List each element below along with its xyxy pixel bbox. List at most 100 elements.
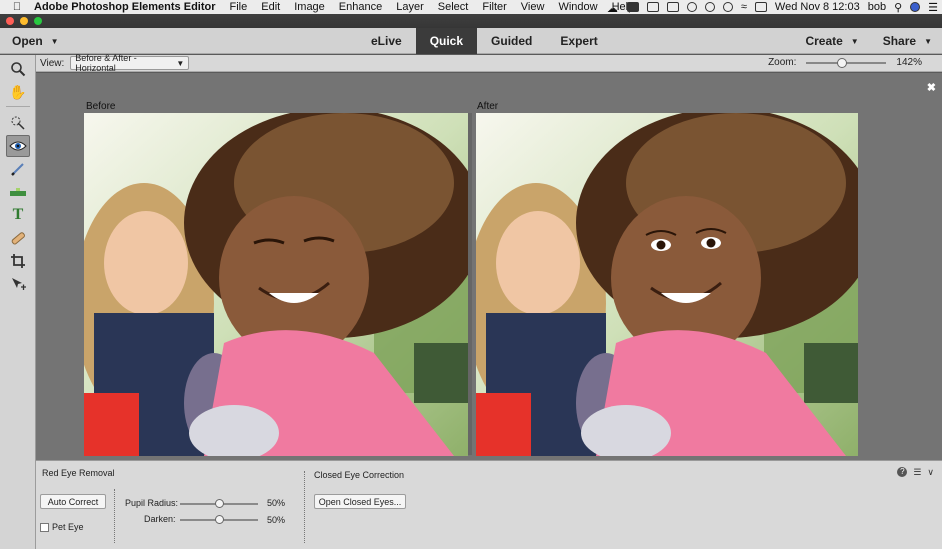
menu-select[interactable]: Select (438, 1, 469, 13)
brush-icon (11, 163, 24, 176)
share-label: Share (882, 34, 917, 48)
creative-cloud-icon[interactable]: ☁ (607, 2, 619, 15)
close-icon[interactable]: ✖ (927, 81, 936, 94)
chevron-down-icon: ▼ (50, 36, 59, 46)
pet-eye-checkbox[interactable] (40, 523, 49, 532)
tab-elive[interactable]: eLive (357, 28, 416, 54)
mode-tabs: eLive Quick Guided Expert (357, 28, 612, 54)
pupil-radius-slider-handle[interactable] (215, 499, 224, 508)
red-eye-section-title: Red Eye Removal (42, 468, 115, 478)
crop-tool[interactable] (6, 250, 30, 272)
menu-window[interactable]: Window (558, 1, 597, 13)
hand-icon: ✋ (9, 83, 27, 100)
tab-quick[interactable]: Quick (415, 28, 478, 54)
before-label: Before (86, 101, 116, 112)
time-machine-icon[interactable] (704, 2, 715, 12)
type-tool[interactable]: T (6, 204, 30, 226)
move-tool[interactable] (6, 273, 30, 295)
whiten-teeth-tool[interactable] (6, 158, 30, 180)
section-divider (114, 489, 115, 543)
type-icon: T (12, 206, 24, 223)
create-label: Create (805, 34, 843, 48)
open-closed-eyes-button[interactable]: Open Closed Eyes... (314, 494, 406, 509)
darken-value: 50% (267, 515, 286, 525)
split-divider[interactable] (468, 113, 472, 455)
pupil-radius-value: 50% (267, 498, 286, 508)
after-label: After (477, 101, 499, 112)
menu-edit[interactable]: Edit (261, 1, 280, 13)
bluetooth-icon[interactable] (722, 2, 733, 12)
darken-slider-handle[interactable] (215, 515, 224, 524)
menu-image[interactable]: Image (294, 1, 325, 13)
app-name-menu[interactable]: Adobe Photoshop Elements Editor (34, 1, 216, 13)
crop-icon (11, 254, 25, 268)
apple-icon[interactable]:  (0, 1, 34, 13)
spot-healing-tool[interactable] (6, 227, 30, 249)
close-window-icon[interactable] (6, 17, 14, 25)
bandage-icon (11, 232, 25, 245)
display-icon[interactable] (646, 2, 659, 12)
view-dropdown[interactable]: Before & After - Horizontal ▼ (70, 53, 190, 73)
tool-options-bar: View: Before & After - Horizontal ▼ Zoom… (36, 53, 942, 73)
open-button[interactable]: Open ▼ (12, 34, 59, 48)
level-icon (10, 188, 26, 196)
eye-icon (9, 141, 27, 151)
after-image[interactable] (476, 113, 858, 456)
view-dropdown-value: Before & After - Horizontal (75, 53, 137, 73)
section-divider (304, 471, 305, 543)
zoom-control: Zoom: 142% (768, 57, 922, 68)
chevron-down-icon: ▼ (850, 36, 859, 46)
zoom-tool[interactable] (6, 58, 30, 80)
menu-view[interactable]: View (521, 1, 545, 13)
move-icon (12, 278, 26, 290)
pet-eye-label: Pet Eye (52, 522, 84, 532)
screen-mirror-icon[interactable] (666, 2, 679, 12)
red-eye-removal-tool[interactable] (6, 135, 30, 157)
create-button[interactable]: Create ▼ (805, 34, 858, 48)
chevron-down-icon: ▼ (924, 36, 932, 46)
clock-text[interactable]: Wed Nov 8 12:03 (775, 1, 860, 13)
hand-tool[interactable]: ✋ (6, 81, 30, 103)
menu-filter[interactable]: Filter (482, 1, 506, 13)
tab-guided[interactable]: Guided (477, 28, 546, 54)
zoom-window-icon[interactable] (34, 17, 42, 25)
help-icon[interactable]: ? (897, 467, 908, 477)
chevron-down-icon: ▼ (176, 58, 185, 68)
notification-center-icon[interactable]: ☰ (928, 1, 938, 14)
quick-selection-icon (11, 116, 25, 130)
auto-correct-button[interactable]: Auto Correct (40, 494, 106, 509)
window-titlebar (0, 14, 942, 28)
panel-menu-icon[interactable]: ☰ (913, 467, 921, 478)
clipboard-icon[interactable] (626, 2, 639, 12)
menu-enhance[interactable]: Enhance (339, 1, 382, 13)
pupil-radius-label: Pupil Radius: (125, 498, 179, 508)
tool-options-panel: Red Eye Removal Auto Correct Pet Eye Pup… (36, 460, 942, 549)
tab-expert[interactable]: Expert (546, 28, 611, 54)
macos-menu-bar:  Adobe Photoshop Elements Editor File E… (0, 0, 942, 15)
battery-icon[interactable] (754, 2, 767, 12)
chevron-down-icon[interactable]: ∨ (927, 467, 934, 478)
menu-file[interactable]: File (230, 1, 248, 13)
minimize-window-icon[interactable] (20, 17, 28, 25)
closed-eye-section-title: Closed Eye Correction (314, 470, 405, 480)
wifi-icon[interactable]: ≈ (741, 1, 747, 13)
open-label: Open (12, 34, 43, 48)
menu-layer[interactable]: Layer (396, 1, 424, 13)
spotlight-search-icon[interactable]: ⚲ (894, 1, 902, 14)
search-ext-icon[interactable] (686, 2, 697, 12)
siri-icon[interactable] (910, 2, 921, 12)
zoom-slider[interactable] (806, 57, 887, 68)
zoom-label: Zoom: (768, 57, 797, 68)
user-name[interactable]: bob (868, 1, 886, 13)
zoom-slider-handle[interactable] (837, 57, 848, 68)
straighten-tool[interactable] (6, 181, 30, 203)
share-button[interactable]: Share ▼ (883, 34, 932, 48)
before-image[interactable] (84, 113, 468, 456)
darken-label: Darken: (144, 514, 176, 524)
panel-icons: ? ☰ ∨ (897, 467, 934, 478)
before-photo-illustration (84, 113, 468, 456)
zoom-value: 142% (896, 57, 922, 68)
quick-selection-tool[interactable] (6, 112, 30, 134)
after-photo-illustration (476, 113, 858, 456)
magnifier-icon (11, 62, 26, 77)
